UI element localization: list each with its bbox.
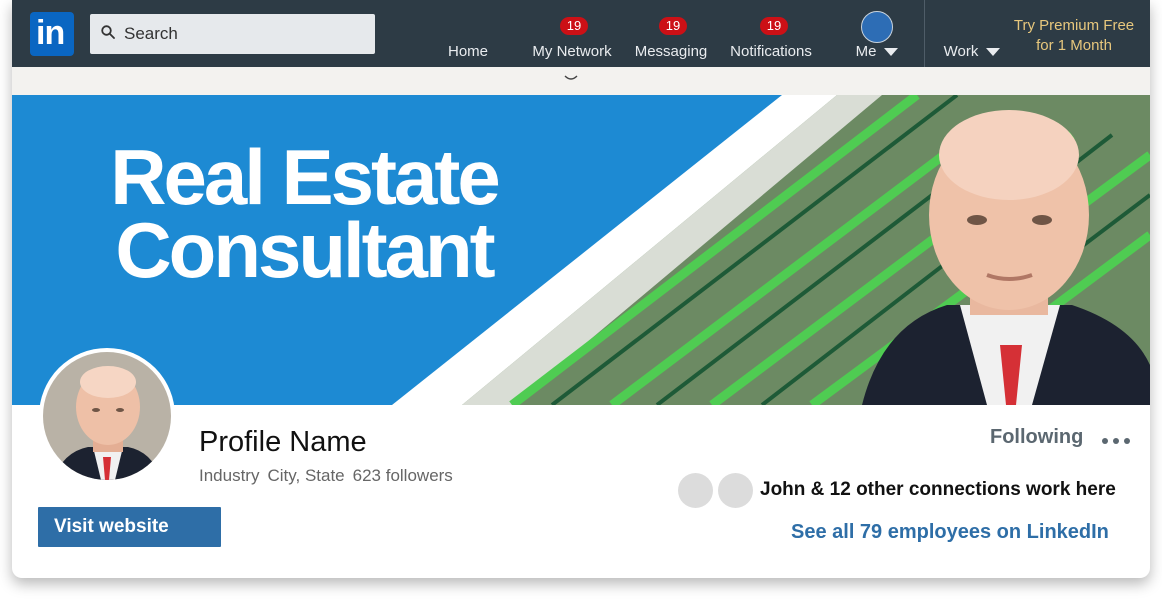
profile-followers: 623 followers [352, 466, 453, 485]
nav-messaging-label: Messaging [634, 43, 708, 60]
search-input[interactable] [124, 20, 364, 48]
banner-headline: Real Estate Consultant [104, 133, 504, 294]
nav-me-label-wrap: Me [842, 43, 912, 60]
nav-home[interactable]: Home [438, 0, 498, 67]
nav-my-network-label: My Network [532, 43, 612, 60]
search-icon [101, 25, 115, 39]
nav-work[interactable]: Work [937, 0, 1007, 67]
connection-avatar[interactable] [718, 473, 753, 508]
profile-avatar-photo [43, 352, 171, 480]
top-navbar: in Home 19 My Network 19 Messaging 19 No… [12, 0, 1150, 67]
connection-avatar[interactable] [678, 473, 713, 508]
nav-messaging[interactable]: 19 Messaging [629, 0, 713, 67]
chevron-down-icon [564, 75, 578, 80]
messaging-badge: 19 [659, 17, 687, 35]
profile-location: City, State [267, 466, 345, 485]
nav-home-label: Home [447, 43, 488, 60]
see-all-employees-link[interactable]: See all 79 employees on LinkedIn [791, 521, 1109, 544]
banner-headline-line-2: Consultant [115, 206, 495, 294]
profile-meta: Industry City, State 623 followers [199, 466, 461, 486]
more-dot [1124, 438, 1130, 444]
search-box[interactable] [90, 14, 375, 54]
nav-my-network[interactable]: 19 My Network [522, 0, 622, 67]
notifications-badge: 19 [760, 17, 788, 35]
more-dot [1113, 438, 1119, 444]
chevron-down-icon [986, 48, 1001, 57]
avatar-portrait [43, 352, 171, 480]
my-network-badge: 19 [560, 17, 588, 35]
profile-industry: Industry [199, 466, 260, 485]
profile-avatar[interactable] [39, 348, 175, 484]
chevron-down-icon [884, 48, 899, 57]
nav-me-label: Me [855, 43, 877, 60]
linkedin-logo-icon[interactable]: in [30, 12, 74, 56]
more-dot [1102, 438, 1108, 444]
nav-me[interactable]: Me [842, 0, 912, 67]
banner-headline-line-1: Real Estate [110, 133, 501, 221]
connections-text: John & 12 other connections work here [760, 479, 1116, 500]
premium-line-1: Try Premium Free [1013, 17, 1135, 34]
nav-work-label: Work [943, 43, 979, 60]
nav-notifications[interactable]: 19 Notifications [724, 0, 818, 67]
visit-website-button[interactable]: Visit website [38, 507, 221, 547]
premium-line-2: for 1 Month [1036, 37, 1112, 54]
try-premium-link[interactable]: Try Premium Free for 1 Month [1004, 16, 1144, 56]
company-page-card: in Home 19 My Network 19 Messaging 19 No… [12, 0, 1150, 578]
more-options-icon[interactable] [1102, 428, 1132, 448]
cover-banner: Real Estate Consultant [12, 95, 1150, 405]
nav-divider [924, 0, 925, 67]
nav-notifications-label: Notifications [730, 43, 812, 60]
collapse-strip[interactable] [12, 67, 1150, 95]
nav-work-label-wrap: Work [937, 43, 1007, 60]
profile-name: Profile Name [199, 426, 367, 458]
following-button[interactable]: Following [990, 426, 1083, 449]
logo-text: in [36, 14, 65, 52]
